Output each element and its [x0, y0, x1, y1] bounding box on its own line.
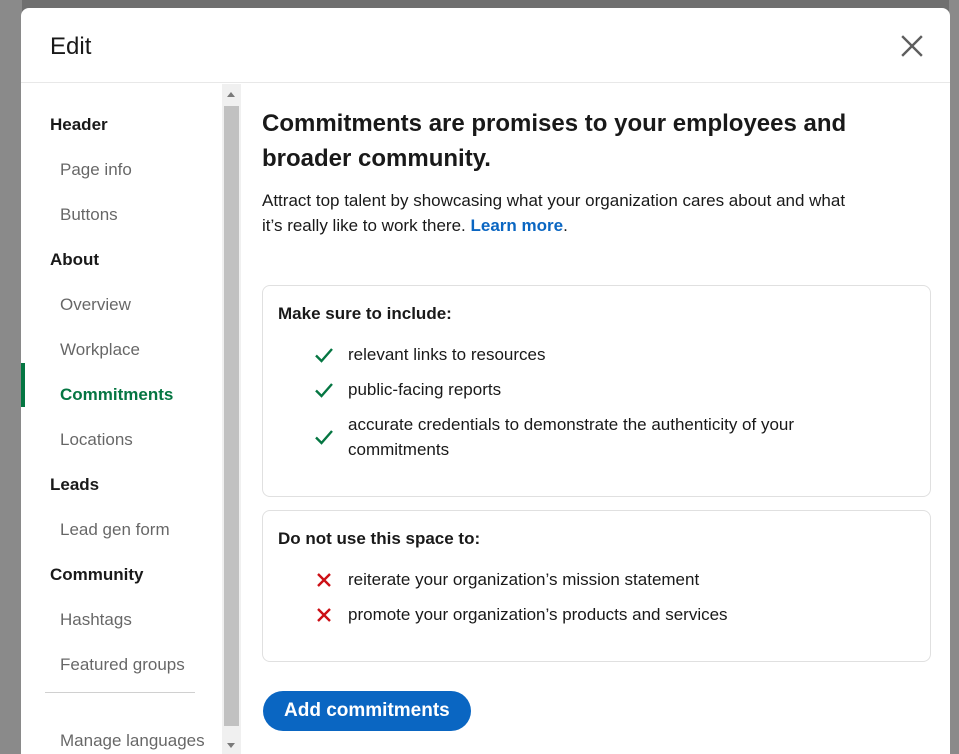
- scroll-up-icon[interactable]: [227, 92, 235, 97]
- include-item-text: public-facing reports: [348, 380, 502, 399]
- include-card: Make sure to include: relevant links to …: [262, 285, 931, 497]
- modal-header: Edit: [21, 8, 950, 83]
- sidebar-item-locations[interactable]: Locations: [60, 430, 133, 450]
- avoid-item-text: promote your organization’s products and…: [348, 605, 728, 624]
- sidebar-section-about[interactable]: About: [50, 250, 99, 270]
- avoid-card: Do not use this space to: reiterate your…: [262, 510, 931, 662]
- avoid-card-title: Do not use this space to:: [278, 529, 481, 548]
- list-item: promote your organization’s products and…: [313, 602, 848, 627]
- sidebar-scrollbar[interactable]: [222, 84, 241, 754]
- cross-icon: [313, 604, 335, 626]
- sidebar-item-workplace[interactable]: Workplace: [60, 340, 140, 360]
- list-item: accurate credentials to demonstrate the …: [313, 412, 828, 462]
- sidebar-section-leads[interactable]: Leads: [50, 475, 99, 495]
- learn-more-link[interactable]: Learn more: [471, 216, 564, 235]
- sidebar-item-page-info[interactable]: Page info: [60, 160, 132, 180]
- include-item-text: accurate credentials to demonstrate the …: [348, 415, 795, 459]
- scroll-down-icon[interactable]: [227, 743, 235, 748]
- checkmark-icon: [313, 426, 335, 448]
- sidebar-item-hashtags[interactable]: Hashtags: [60, 610, 132, 630]
- modal-title: Edit: [50, 33, 92, 60]
- add-commitments-button[interactable]: Add commitments: [263, 691, 471, 731]
- checkmark-icon: [313, 379, 335, 401]
- sidebar-section-community[interactable]: Community: [50, 565, 144, 585]
- checkmark-icon: [313, 344, 335, 366]
- sidebar-item-lead-gen-form[interactable]: Lead gen form: [60, 520, 170, 540]
- sidebar-item-manage-languages[interactable]: Manage languages: [60, 731, 205, 751]
- cross-icon: [313, 569, 335, 591]
- sidebar-nav: Header Page info Buttons About Overview …: [21, 84, 221, 754]
- intro-end: .: [563, 216, 568, 235]
- include-item-text: relevant links to resources: [348, 345, 546, 364]
- list-item: relevant links to resources: [313, 342, 848, 367]
- background-page-right: [949, 0, 959, 754]
- edit-modal: Edit Header Page info Buttons About Over…: [21, 8, 950, 754]
- intro-text: Attract top talent by showcasing what yo…: [262, 188, 862, 238]
- close-button[interactable]: [896, 30, 928, 62]
- sidebar-section-header[interactable]: Header: [50, 115, 108, 135]
- list-item: reiterate your organization’s mission st…: [313, 567, 848, 592]
- list-item: public-facing reports: [313, 377, 848, 402]
- sidebar-item-featured-groups[interactable]: Featured groups: [60, 655, 185, 675]
- avoid-item-text: reiterate your organization’s mission st…: [348, 570, 700, 589]
- sidebar-item-overview[interactable]: Overview: [60, 295, 131, 315]
- sidebar-item-commitments[interactable]: Commitments: [60, 385, 173, 405]
- sidebar-divider: [45, 692, 195, 693]
- background-page-left: [0, 0, 22, 754]
- close-icon: [901, 35, 923, 57]
- active-indicator: [21, 363, 25, 407]
- include-card-title: Make sure to include:: [278, 304, 452, 323]
- scroll-thumb[interactable]: [224, 106, 239, 726]
- page-title: Commitments are promises to your employe…: [262, 110, 847, 172]
- sidebar-item-buttons[interactable]: Buttons: [60, 205, 118, 225]
